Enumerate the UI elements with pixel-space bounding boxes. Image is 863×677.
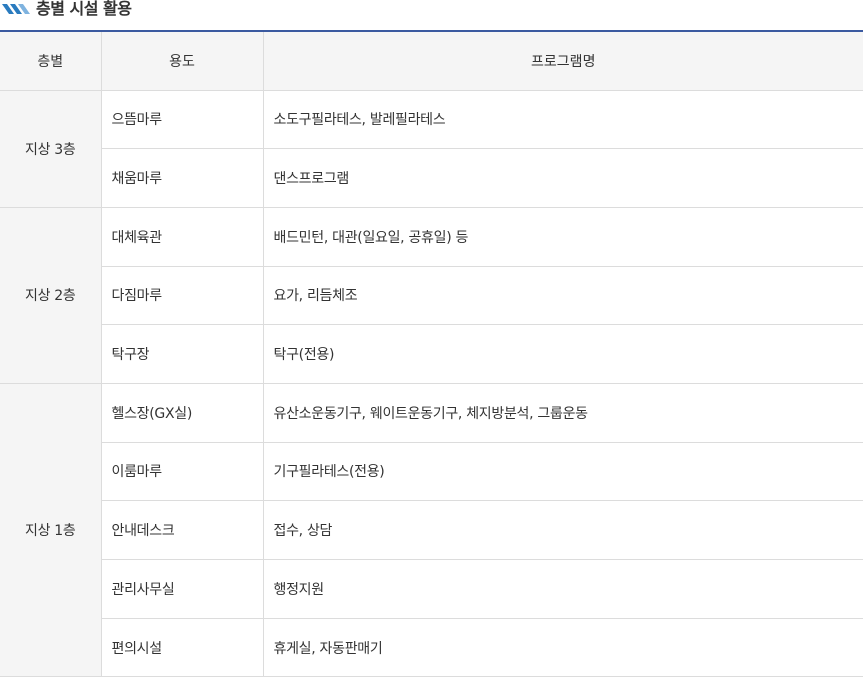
program-cell: 기구필라테스(전용): [263, 442, 863, 502]
header-use: 용도: [100, 30, 263, 91]
program-cell: 요가, 리듬체조: [263, 266, 863, 326]
use-cell: 으뜸마루: [101, 90, 264, 150]
floor-cell: 지상 1층: [0, 383, 102, 677]
header-floor: 층별: [0, 30, 101, 91]
use-cell: 대체육관: [101, 207, 264, 267]
program-cell: 행정지원: [263, 559, 863, 619]
table-row: 안내데스크 접수, 상담: [0, 500, 863, 560]
floor-cell: 지상 2층: [0, 207, 102, 384]
section-title: 층별 시설 활용: [36, 0, 132, 18]
table-row: 지상 3층 으뜸마루 소도구필라테스, 발레필라테스: [0, 90, 863, 208]
use-cell: 다짐마루: [101, 266, 264, 326]
double-slash-icon: [2, 4, 30, 14]
program-cell: 댄스프로그램: [263, 148, 863, 208]
use-cell: 헬스장(GX실): [101, 383, 264, 443]
program-cell: 탁구(전용): [263, 324, 863, 384]
use-cell: 채움마루: [101, 148, 264, 208]
floor-cell: 지상 3층: [0, 90, 102, 208]
table-row: 지상 1층 헬스장(GX실) 유산소운동기구, 웨이트운동기구, 체지방분석, …: [0, 383, 863, 677]
table-row: 다짐마루 요가, 리듬체조: [0, 266, 863, 326]
table-row: 채움마루 댄스프로그램: [0, 148, 863, 208]
program-cell: 휴게실, 자동판매기: [263, 618, 863, 677]
use-cell: 편의시설: [101, 618, 264, 677]
table-row: 이룸마루 기구필라테스(전용): [0, 442, 863, 502]
table-row: 탁구장 탁구(전용): [0, 324, 863, 384]
table-row: 편의시설 휴게실, 자동판매기: [0, 618, 863, 677]
table-row: 지상 2층 대체육관 배드민턴, 대관(일요일, 공휴일) 등: [0, 207, 863, 384]
program-cell: 소도구필라테스, 발레필라테스: [263, 90, 863, 150]
use-cell: 관리사무실: [101, 559, 264, 619]
table-header-row: 층별 용도 프로그램명: [0, 30, 863, 91]
program-cell: 접수, 상담: [263, 500, 863, 560]
facility-table: 층별 용도 프로그램명 지상 3층 으뜸마루 소도구필라테스, 발레필라테스 채…: [0, 30, 863, 677]
section-header: 층별 시설 활용: [0, 0, 863, 22]
program-cell: 유산소운동기구, 웨이트운동기구, 체지방분석, 그룹운동: [263, 383, 863, 443]
use-cell: 탁구장: [101, 324, 264, 384]
use-cell: 안내데스크: [101, 500, 264, 560]
header-program: 프로그램명: [262, 30, 863, 91]
table-row: 관리사무실 행정지원: [0, 559, 863, 619]
use-cell: 이룸마루: [101, 442, 264, 502]
program-cell: 배드민턴, 대관(일요일, 공휴일) 등: [263, 207, 863, 267]
